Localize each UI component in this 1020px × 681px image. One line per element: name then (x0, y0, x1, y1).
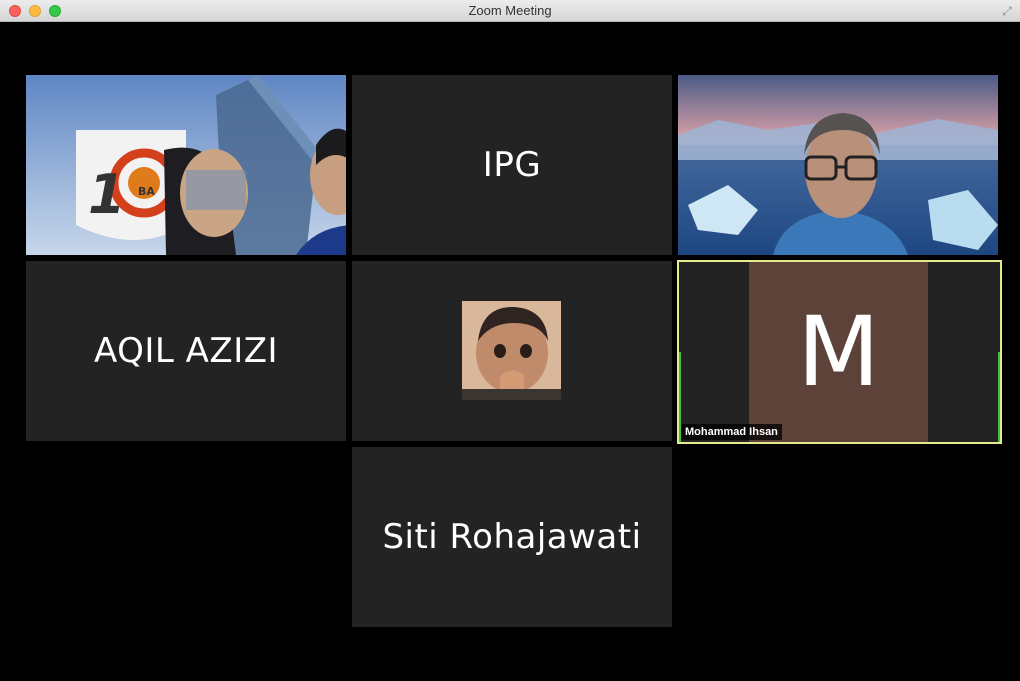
participant-name-label: Mohammad Ihsan (681, 424, 782, 440)
avatar: M (749, 262, 928, 442)
fullscreen-icon[interactable]: ⤢ (1000, 4, 1014, 18)
participant-video-tile[interactable] (678, 75, 998, 255)
participant-video-feed: 1 BA (26, 75, 346, 255)
participant-video-tile[interactable]: 1 BA (26, 75, 346, 255)
participant-profile-photo (462, 301, 561, 400)
participant-name: AQIL AZIZI (93, 331, 279, 371)
participant-video-feed (678, 75, 998, 255)
participant-tile-aqil-azizi[interactable]: AQIL AZIZI (26, 261, 346, 441)
zoom-window: Zoom Meeting ⤢ 1 BA IPG AQIL AZIZI M Moh… (0, 0, 1020, 681)
participant-tile-mohammad-ihsan[interactable]: M Mohammad Ihsan (677, 260, 1002, 444)
participant-tile-ipg[interactable]: IPG (352, 75, 672, 255)
window-title: Zoom Meeting (468, 3, 552, 18)
participant-tile-siti-rohajawati[interactable]: Siti Rohajawati (352, 447, 672, 627)
participant-name: IPG (482, 145, 542, 185)
participant-name: Siti Rohajawati (382, 517, 642, 557)
participant-tile-photo[interactable] (352, 261, 672, 441)
title-bar[interactable]: Zoom Meeting ⤢ (0, 0, 1020, 22)
speaker-indicator-right (998, 352, 1000, 442)
logo-sub-text: BA (138, 185, 155, 198)
logo-text: 1 (88, 163, 126, 226)
